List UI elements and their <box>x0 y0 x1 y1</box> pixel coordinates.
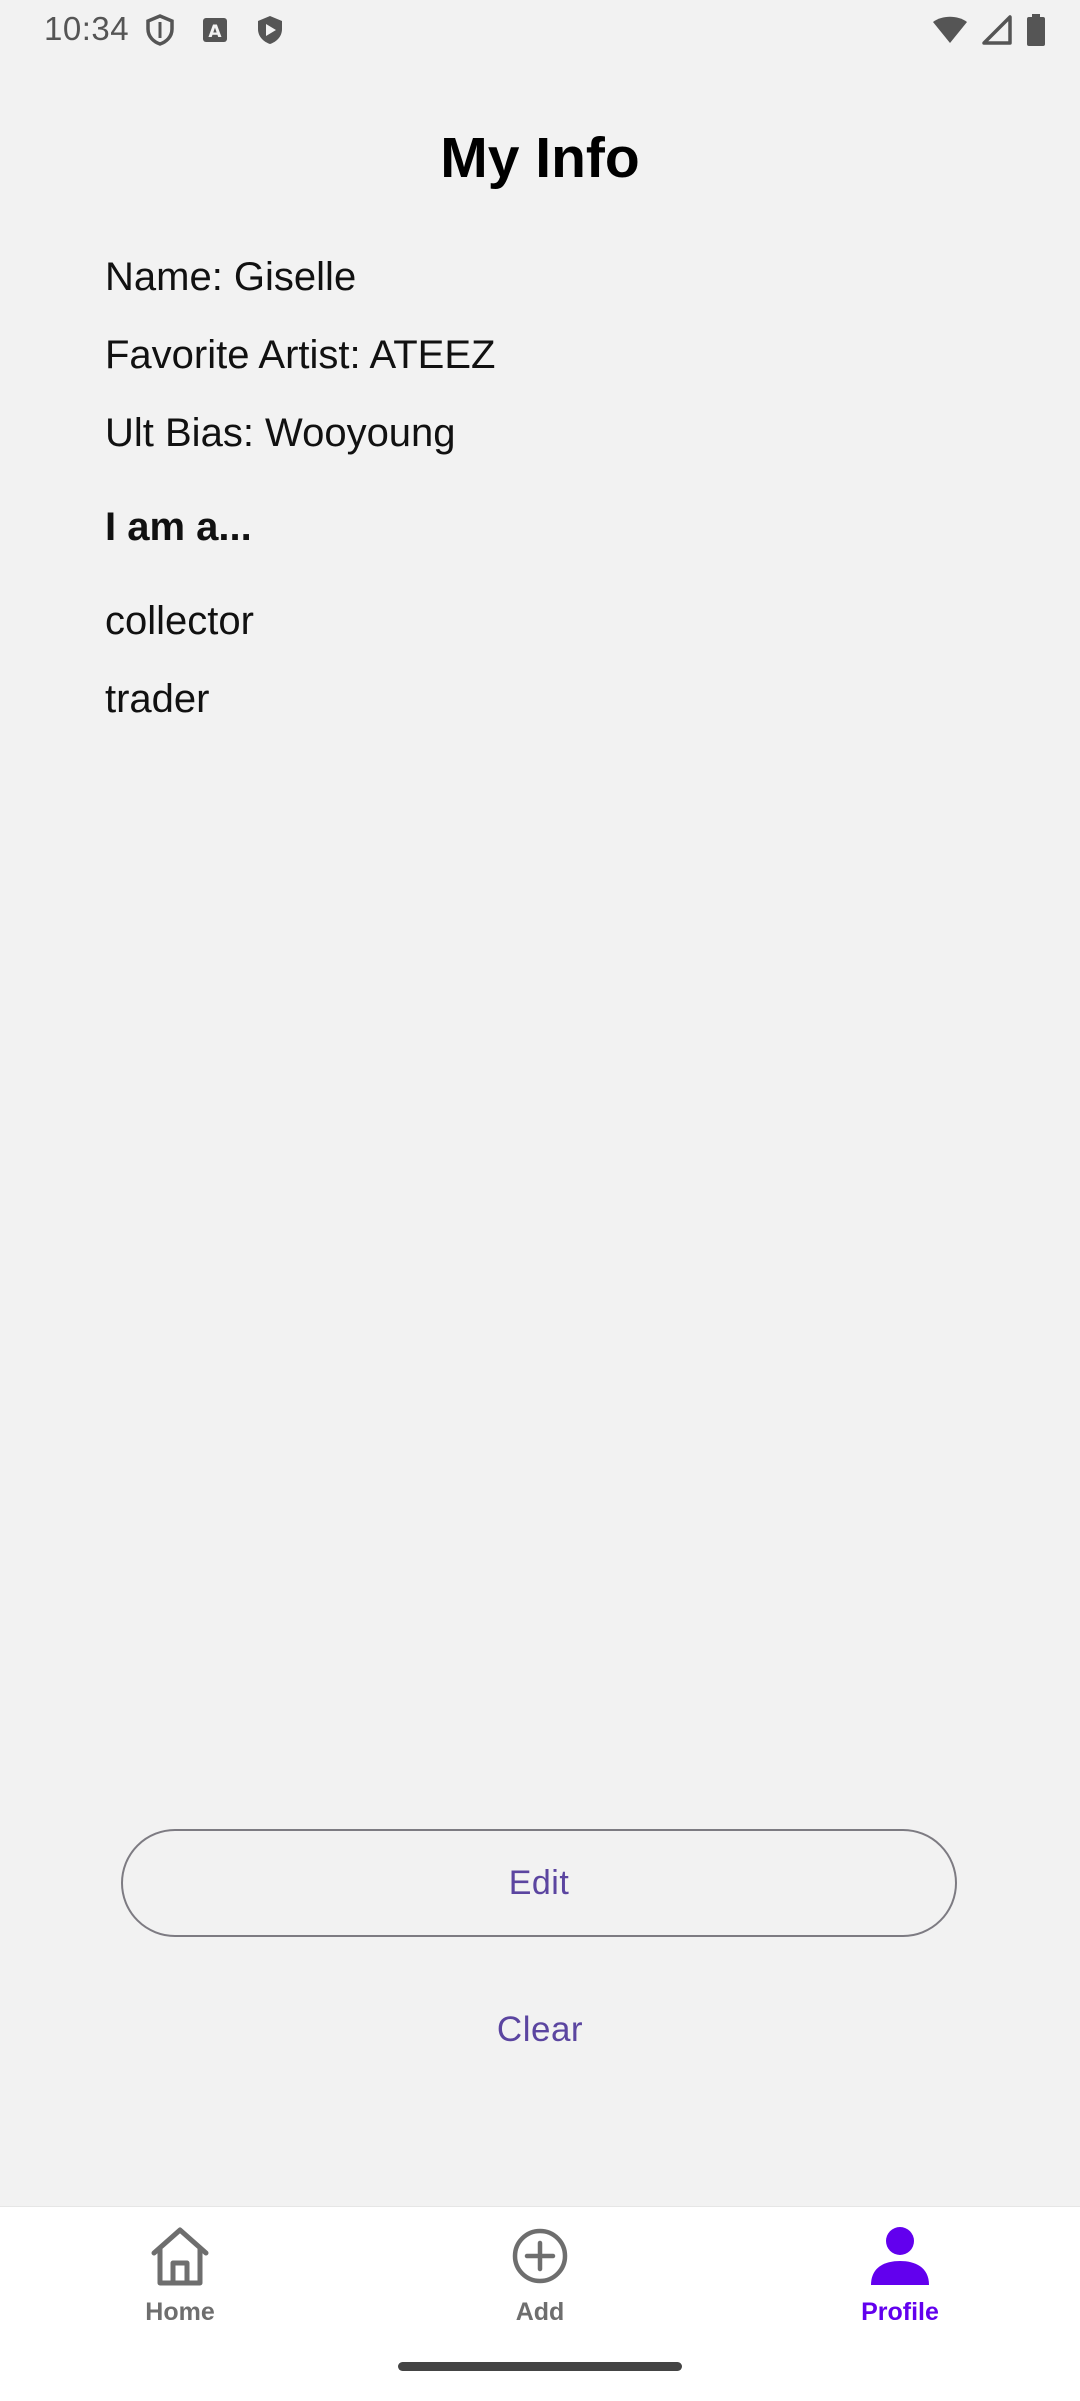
nav-label-profile: Profile <box>861 2298 939 2326</box>
bottom-navigation: Home Add Profile <box>0 2206 1080 2401</box>
status-bar: 10:34 A <box>0 0 1080 60</box>
svg-text:A: A <box>208 22 222 42</box>
edit-button-label: Edit <box>508 1863 570 1902</box>
battery-icon <box>1026 14 1046 51</box>
nav-label-add: Add <box>515 2298 565 2326</box>
ult-bias-text: Ult Bias: Wooyoung <box>105 411 456 455</box>
add-circle-icon <box>509 2225 571 2292</box>
nav-item-add[interactable]: Add <box>440 2225 640 2327</box>
role-item-trader: trader <box>105 677 210 721</box>
favorite-artist-text: Favorite Artist: ATEEZ <box>105 333 496 377</box>
role-item-collector: collector <box>105 599 254 643</box>
name-text: Name: Giselle <box>105 255 357 299</box>
clear-button-label: Clear <box>496 2010 584 2049</box>
status-system-icons <box>932 14 1046 51</box>
signal-icon <box>982 15 1012 50</box>
nav-label-home: Home <box>145 2298 215 2326</box>
home-icon <box>146 2225 214 2292</box>
keyboard-a-icon: A <box>201 16 229 49</box>
page-title: My Info <box>440 126 640 190</box>
nav-item-profile[interactable]: Profile <box>800 2225 1000 2327</box>
play-shield-icon <box>255 14 285 51</box>
person-icon <box>867 2225 933 2292</box>
gesture-navigation-bar[interactable] <box>398 2362 682 2371</box>
status-time: 10:34 <box>44 10 130 47</box>
edit-button[interactable]: Edit <box>121 1829 957 1937</box>
nav-item-home[interactable]: Home <box>80 2225 280 2327</box>
shield-icon <box>145 14 175 51</box>
status-notification-icons: A <box>145 14 285 51</box>
clear-button[interactable]: Clear <box>440 1998 640 2062</box>
wifi-icon <box>932 15 968 50</box>
roles-heading: I am a... <box>105 505 252 549</box>
